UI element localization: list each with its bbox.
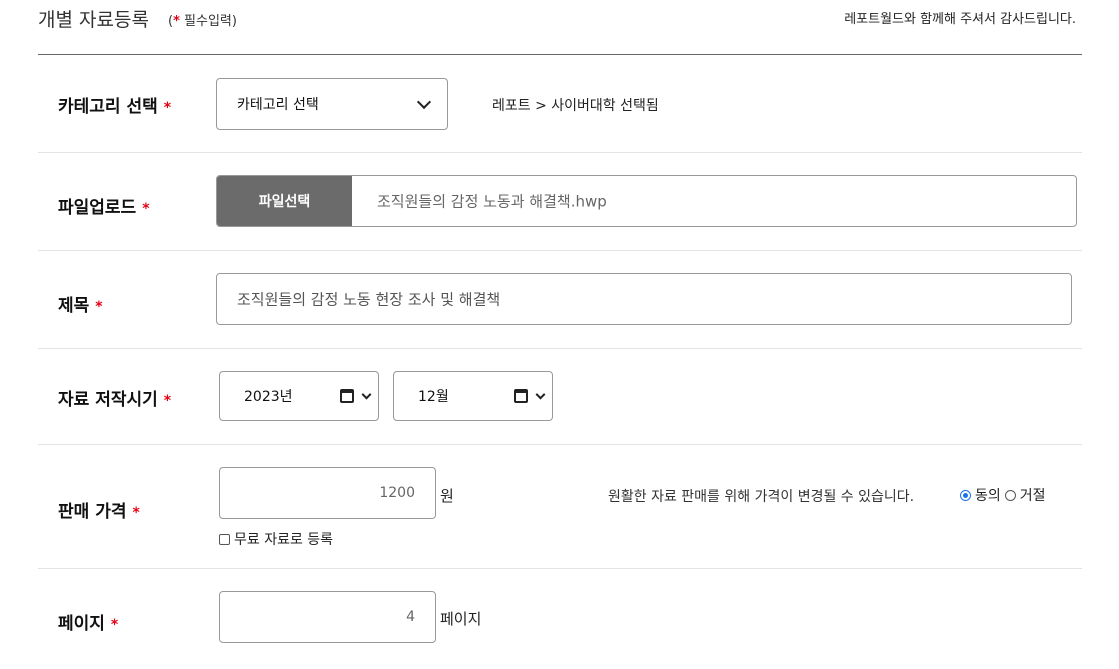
- category-breadcrumb: 레포트 > 사이버대학 선택됨: [492, 98, 659, 114]
- agree-radio[interactable]: [960, 489, 971, 501]
- year-value: 2023년: [244, 389, 293, 405]
- month-value: 12월: [418, 389, 449, 405]
- price-input[interactable]: 1200: [219, 467, 436, 519]
- reject-radio[interactable]: [1004, 489, 1016, 501]
- title-input[interactable]: 조직원들의 감정 노동 현장 조사 및 해결책: [216, 273, 1072, 325]
- form-header: 개별 자료등록 (* 필수입력) 레포트월드와 함께해 주셔서 감사드립니다.: [38, 0, 1082, 55]
- required-star: *: [163, 393, 172, 409]
- required-star: *: [95, 299, 103, 315]
- required-star: *: [110, 617, 119, 633]
- pages-unit: 페이지: [440, 610, 482, 628]
- pages-label: 페이지 *: [58, 609, 118, 634]
- price-label: 판매 가격 *: [58, 497, 140, 522]
- title-label-text: 제목: [58, 296, 90, 316]
- category-select-value: 카테고리 선택: [237, 97, 319, 113]
- month-select[interactable]: 12월: [393, 371, 553, 421]
- pages-input[interactable]: 4: [219, 591, 436, 643]
- calendar-icon: [340, 389, 354, 403]
- required-star: *: [163, 100, 172, 116]
- file-upload-field: 파일선택 조직원들의 감정 노동과 해결책.hwp: [216, 175, 1077, 227]
- free-register-option[interactable]: 무료 자료로 등록: [219, 529, 333, 549]
- price-label-text: 판매 가격: [58, 502, 127, 522]
- page-title: 개별 자료등록: [38, 9, 149, 31]
- title-row: 제목 * 조직원들의 감정 노동 현장 조사 및 해결책: [38, 251, 1082, 349]
- required-note-text: 필수입력: [184, 14, 232, 29]
- reject-label: 거절: [1019, 488, 1046, 504]
- required-note: (* 필수입력): [168, 14, 237, 29]
- chevron-down-icon: [535, 389, 546, 400]
- required-star: *: [173, 14, 180, 29]
- price-change-notice: 원활한 자료 판매를 위해 가격이 변경될 수 있습니다.: [608, 489, 915, 505]
- file-upload-row: 파일업로드 * 파일선택 조직원들의 감정 노동과 해결책.hwp: [38, 153, 1082, 251]
- category-label: 카테고리 선택 *: [58, 92, 171, 117]
- file-select-button[interactable]: 파일선택: [217, 176, 352, 226]
- title-input-value: 조직원들의 감정 노동 현장 조사 및 해결책: [237, 290, 501, 309]
- free-register-checkbox[interactable]: [219, 533, 230, 545]
- date-label: 자료 저작시기 *: [58, 385, 171, 410]
- price-value: 1200: [379, 485, 415, 501]
- file-name: 조직원들의 감정 노동과 해결책.hwp: [377, 192, 607, 211]
- category-label-text: 카테고리 선택: [58, 97, 158, 117]
- price-unit: 원: [440, 487, 454, 505]
- file-upload-label: 파일업로드 *: [58, 193, 150, 218]
- required-star: *: [132, 505, 140, 521]
- price-consent-group: 동의 거절: [960, 485, 1046, 505]
- calendar-icon: [514, 389, 528, 403]
- thanks-message: 레포트월드와 함께해 주셔서 감사드립니다.: [844, 12, 1076, 27]
- file-upload-label-text: 파일업로드: [58, 198, 137, 218]
- pages-label-text: 페이지: [58, 614, 105, 634]
- date-row: 자료 저작시기 * 2023년 12월: [38, 349, 1082, 445]
- chevron-down-icon: [416, 94, 432, 110]
- required-star: *: [142, 201, 150, 217]
- pages-row: 페이지 * 4 페이지: [38, 569, 1082, 669]
- category-row: 카테고리 선택 * 카테고리 선택 레포트 > 사이버대학 선택됨: [38, 55, 1082, 153]
- agree-label: 동의: [975, 488, 1001, 504]
- year-select[interactable]: 2023년: [219, 371, 379, 421]
- chevron-down-icon: [361, 389, 372, 400]
- registration-form: 개별 자료등록 (* 필수입력) 레포트월드와 함께해 주셔서 감사드립니다. …: [38, 0, 1082, 669]
- category-select[interactable]: 카테고리 선택: [216, 78, 448, 130]
- free-register-label: 무료 자료로 등록: [234, 532, 334, 548]
- pages-value: 4: [406, 609, 415, 625]
- price-row: 판매 가격 * 1200 원 원활한 자료 판매를 위해 가격이 변경될 수 있습…: [38, 445, 1082, 569]
- title-label: 제목 *: [58, 291, 103, 316]
- date-label-text: 자료 저작시기: [58, 390, 158, 410]
